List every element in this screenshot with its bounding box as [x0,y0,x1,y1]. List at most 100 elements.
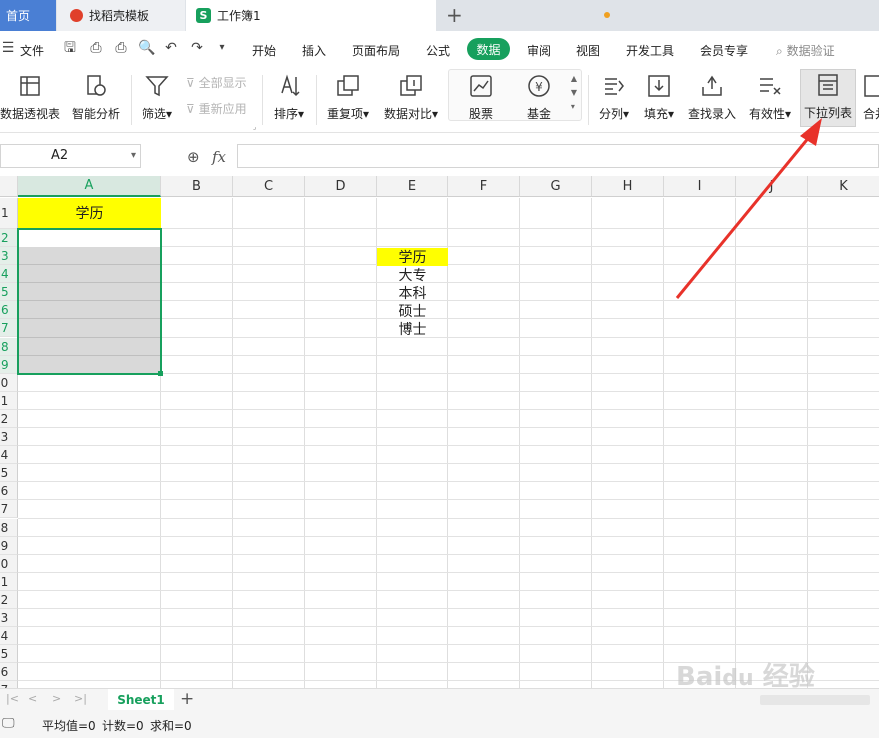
menu-start[interactable]: 开始 [252,42,276,59]
column-header-f[interactable]: F [448,176,520,197]
save-icon[interactable]: 🖫 [62,40,78,56]
row-header-4[interactable]: 4 [0,265,18,284]
row-header-6[interactable]: 6 [0,301,18,320]
hamburger-icon[interactable]: ☰ [0,40,16,56]
next-sheet-icon[interactable]: > [52,692,61,705]
menu-data[interactable]: 数据 [467,38,510,60]
row-header-16[interactable]: 16 [0,482,18,501]
column-header-b[interactable]: B [161,176,233,197]
dropdown-list-icon [818,74,838,96]
sort-label: 排序▾ [273,107,305,121]
cell-e5[interactable]: 学历 [377,248,448,266]
show-all-label: 全部显示 [198,76,247,90]
menu-formula[interactable]: 公式 [426,42,450,59]
last-sheet-icon[interactable]: >| [74,692,87,705]
grid-row-line [18,445,879,447]
row-header-9[interactable]: 9 [0,355,18,374]
cell-e6[interactable]: 大专 [377,266,448,284]
row-header-18[interactable]: 18 [0,518,18,537]
reapply-button[interactable]: ⊽ 重新应用 [186,100,247,117]
menu-review[interactable]: 审阅 [527,42,551,59]
row-header-13[interactable]: 13 [0,428,18,447]
row-header-21[interactable]: 21 [0,572,18,591]
column-header-c[interactable]: C [233,176,305,197]
search-command[interactable]: ⌕ 数据验证 [776,42,835,59]
expand-corner-icon[interactable]: ⌟ [253,123,256,131]
row-header-23[interactable]: 23 [0,609,18,628]
column-header-h[interactable]: H [592,176,664,197]
customize-caret-icon[interactable]: ▾ [214,40,230,56]
new-tab-button[interactable]: + [446,3,463,27]
row-header-17[interactable]: 17 [0,500,18,519]
monitor-icon[interactable]: 🖵 [2,716,15,731]
row-header-2[interactable]: 2 [0,229,18,247]
column-header-d[interactable]: D [305,176,377,197]
export-icon[interactable]: ⎙ [88,40,104,56]
sort-button[interactable]: 排序▾ [270,71,308,127]
print-icon[interactable]: ⎙ [113,40,129,56]
row-header-7[interactable]: 7 [0,319,18,338]
row-header-11[interactable]: 11 [0,391,18,410]
annotation-arrow [675,118,822,299]
row-header-14[interactable]: 14 [0,446,18,465]
column-header-a[interactable]: A [18,176,161,197]
row-header-19[interactable]: 19 [0,536,18,555]
merge-button[interactable]: 合并 [860,71,879,127]
row-header-15[interactable]: 15 [0,464,18,483]
zoom-search-icon[interactable]: ⊕ [187,148,200,166]
row-header-25[interactable]: 25 [0,645,18,664]
filter-button[interactable]: 筛选▾ [138,71,176,127]
print-preview-icon[interactable]: 🔍 [138,40,155,56]
row-header-24[interactable]: 24 [0,627,18,646]
fill-handle[interactable] [158,371,163,376]
menu-member[interactable]: 会员专享 [700,42,748,59]
menu-developer[interactable]: 开发工具 [626,42,674,59]
column-header-e[interactable]: E [377,176,448,197]
split-column-button[interactable]: 分列▾ [594,71,634,127]
row-header-26[interactable]: 26 [0,663,18,682]
row-header-20[interactable]: 20 [0,554,18,573]
cell-e7[interactable]: 本科 [377,284,448,302]
tab-template[interactable]: 找稻壳模板 [57,0,185,31]
tab-home[interactable]: 首页 [0,0,56,31]
name-box[interactable]: A2 ▾ [0,144,141,168]
cell-e9[interactable]: 博士 [377,320,448,338]
smart-analysis-button[interactable]: 智能分析 [70,71,122,127]
add-sheet-button[interactable]: + [180,689,194,709]
row-header-1[interactable]: 1 [0,198,18,229]
first-sheet-icon[interactable]: |< [6,692,19,705]
row-header-10[interactable]: 10 [0,373,18,392]
data-compare-button[interactable]: 数据对比▾ [382,71,440,127]
show-all-button[interactable]: ⊽ 全部显示 [186,74,247,91]
row-header-3[interactable]: 3 [0,247,18,266]
menu-file[interactable]: 文件 [20,42,44,59]
row-header-8[interactable]: 8 [0,337,18,356]
fund-button[interactable]: ¥ 基金 [519,71,559,127]
menu-insert[interactable]: 插入 [302,42,326,59]
data-compare-label: 数据对比▾ [383,107,439,121]
undo-icon[interactable]: ↶ [163,40,179,56]
reapply-label: 重新应用 [198,102,247,116]
lookup-entry-icon [702,75,722,96]
row-header-22[interactable]: 22 [0,590,18,609]
duplicates-button[interactable]: 重复项▾ [324,71,372,127]
cell-a1[interactable]: 学历 [18,198,161,228]
sheet-tab-sheet1[interactable]: Sheet1 [108,689,174,711]
row-header-5[interactable]: 5 [0,283,18,302]
gallery-scroll-icon[interactable]: ▲ ▼ ▾ [571,72,577,114]
select-all-corner[interactable] [0,176,18,197]
column-header-g[interactable]: G [520,176,592,197]
menu-view[interactable]: 视图 [576,42,600,59]
fx-icon[interactable]: fx [212,148,226,166]
redo-icon[interactable]: ↷ [189,40,205,56]
menu-page-layout[interactable]: 页面布局 [352,42,400,59]
tab-workbook[interactable]: S 工作簿1 [186,0,610,31]
fund-label: 基金 [526,107,551,121]
stock-button[interactable]: 股票 [461,71,501,127]
row-header-12[interactable]: 12 [0,409,18,428]
cell-e8[interactable]: 硕士 [377,302,448,320]
pivot-table-button[interactable]: 数据透视表 [0,71,60,127]
horizontal-scrollbar[interactable] [760,695,870,705]
chevron-down-icon[interactable]: ▾ [131,145,136,167]
prev-sheet-icon[interactable]: < [28,692,37,705]
